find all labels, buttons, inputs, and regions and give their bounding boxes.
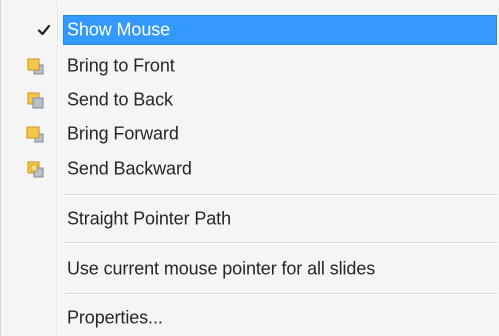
menu-item-send-backward[interactable]: Send Backward xyxy=(21,154,497,184)
check-icon xyxy=(37,24,51,36)
menu-item-label: Bring Forward xyxy=(67,123,179,144)
menu-item-bring-to-front[interactable]: Bring to Front xyxy=(21,51,497,81)
send-backward-icon xyxy=(27,161,44,178)
menu-separator xyxy=(65,194,497,196)
menu-item-label: Show Mouse xyxy=(67,19,171,40)
menu-item-label: Use current mouse pointer for all slides xyxy=(67,258,376,279)
menu-item-bring-forward[interactable]: Bring Forward xyxy=(21,119,497,149)
bring-to-front-icon xyxy=(27,58,44,75)
send-to-back-icon xyxy=(27,92,44,109)
menu-separator xyxy=(65,242,497,244)
menu-item-send-to-back[interactable]: Send to Back xyxy=(21,85,497,115)
menu-item-properties[interactable]: Properties... xyxy=(21,303,497,333)
menu-item-straight-pointer-path[interactable]: Straight Pointer Path xyxy=(21,204,497,234)
menu-item-label: Bring to Front xyxy=(67,55,175,76)
context-menu: Show Mouse Bring to Front Send to Back B… xyxy=(0,0,499,336)
menu-item-label: Send Backward xyxy=(67,158,192,179)
menu-item-use-current-pointer[interactable]: Use current mouse pointer for all slides xyxy=(21,254,497,284)
menu-item-label: Properties... xyxy=(67,307,163,328)
menu-item-label: Send to Back xyxy=(67,89,173,110)
bring-forward-icon xyxy=(26,126,44,143)
menu-separator xyxy=(65,293,497,295)
menu-item-label: Straight Pointer Path xyxy=(67,208,231,229)
menu-item-show-mouse[interactable]: Show Mouse xyxy=(63,15,497,45)
